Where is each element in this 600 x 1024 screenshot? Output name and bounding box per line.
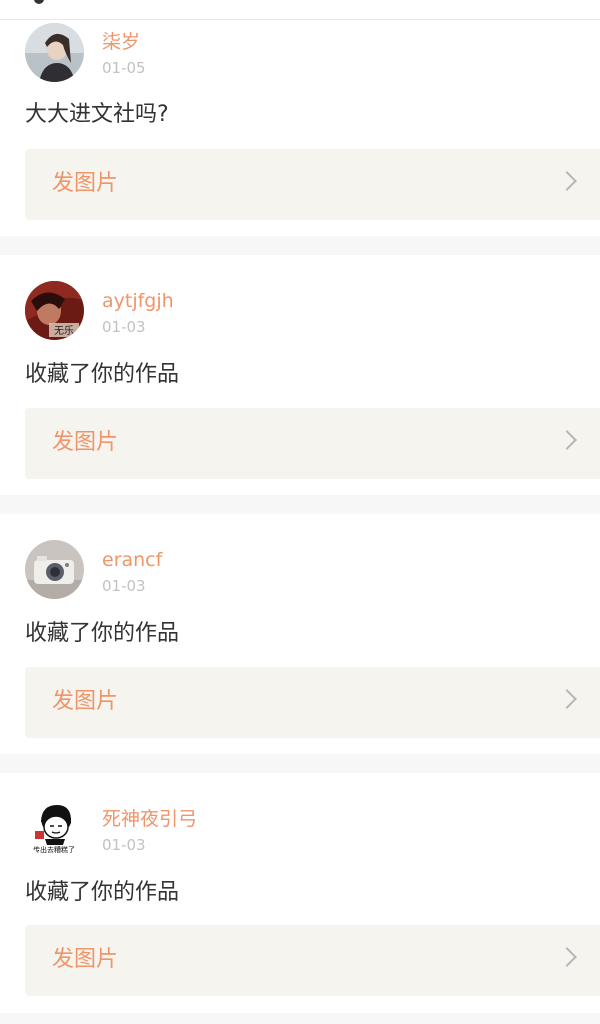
date: 01-03 xyxy=(102,836,146,854)
top-bar xyxy=(0,0,600,20)
send-image-button[interactable]: 发图片 xyxy=(25,667,600,738)
message-text: 收藏了你的作品 xyxy=(25,621,180,646)
notification-card: 柒岁 01-05 大大进文社吗? 发图片 xyxy=(0,20,600,236)
send-image-label: 发图片 xyxy=(52,171,119,196)
avatar[interactable]: 无乐 xyxy=(25,281,84,340)
notification-card: erancf 01-03 收藏了你的作品 发图片 xyxy=(0,514,600,754)
dark-red-portrait-avatar-icon: 无乐 xyxy=(25,281,84,340)
username[interactable]: aytjfgjh xyxy=(102,290,174,312)
send-image-button[interactable]: 发图片 xyxy=(25,408,600,479)
notification-card: 无乐 aytjfgjh 01-03 收藏了你的作品 发图片 xyxy=(0,255,600,495)
notification-page: 柒岁 01-05 大大进文社吗? 发图片 无乐 aytjfgjh 01-03 收… xyxy=(0,0,600,1024)
chevron-right-icon xyxy=(557,430,577,450)
send-image-button[interactable]: 发图片 xyxy=(25,925,600,996)
camera-avatar-icon xyxy=(25,540,84,599)
date: 01-05 xyxy=(102,59,146,77)
message-text: 收藏了你的作品 xyxy=(25,880,180,905)
message-text: 大大进文社吗? xyxy=(25,102,169,127)
meme-cartoon-avatar-icon: 传出去糟糕了 xyxy=(25,799,84,858)
girl-portrait-avatar-icon xyxy=(25,23,84,82)
message-text: 收藏了你的作品 xyxy=(25,362,180,387)
avatar[interactable] xyxy=(25,23,84,82)
avatar-text: 传出去糟糕了 xyxy=(33,845,75,854)
avatar[interactable]: 传出去糟糕了 xyxy=(25,799,84,858)
back-icon[interactable] xyxy=(34,0,44,4)
chevron-right-icon xyxy=(557,947,577,967)
avatar-text: 无乐 xyxy=(54,325,74,337)
username[interactable]: 死神夜引弓 xyxy=(102,808,197,830)
username[interactable]: 柒岁 xyxy=(102,31,140,53)
send-image-label: 发图片 xyxy=(52,689,119,714)
date: 01-03 xyxy=(102,577,146,595)
username[interactable]: erancf xyxy=(102,549,162,571)
notification-card: 传出去糟糕了 死神夜引弓 01-03 收藏了你的作品 发图片 xyxy=(0,773,600,1013)
date: 01-03 xyxy=(102,318,146,336)
send-image-label: 发图片 xyxy=(52,947,119,972)
avatar[interactable] xyxy=(25,540,84,599)
send-image-button[interactable]: 发图片 xyxy=(25,149,600,220)
send-image-label: 发图片 xyxy=(52,430,119,455)
chevron-right-icon xyxy=(557,689,577,709)
chevron-right-icon xyxy=(557,171,577,191)
